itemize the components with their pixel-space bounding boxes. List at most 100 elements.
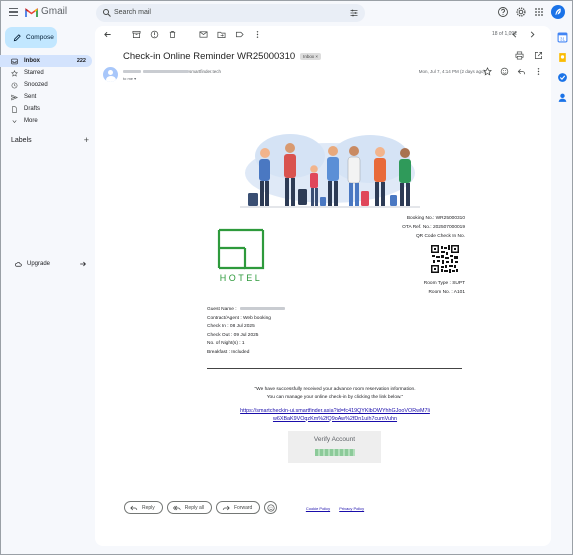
- sidebar-item-sent[interactable]: Sent: [0, 91, 92, 103]
- message-toolbar: [103, 30, 262, 39]
- room-type: Room Type : SUPT: [423, 281, 465, 286]
- keep-notes-icon[interactable]: [557, 52, 568, 63]
- cookie-policy-link[interactable]: Cookie Policy: [306, 506, 330, 511]
- checkin-link[interactable]: https://smartcheckin-ui.smartfinder.asia…: [205, 408, 465, 423]
- divider: [207, 368, 462, 369]
- draft-icon: [12, 105, 17, 113]
- redacted-verification-code: [315, 449, 355, 456]
- emoji-react-icon[interactable]: [500, 67, 509, 76]
- checkin-link-line-2[interactable]: w6XBaK9VOqzKm%2fQ9oAw%2fDn1uih7cumVuhn: [205, 416, 465, 424]
- cloud-storage-icon: [15, 261, 22, 267]
- contacts-icon[interactable]: [557, 92, 568, 103]
- guest-info: Guest Name : Contract/Agent : Web bookin…: [207, 306, 285, 357]
- reply-icon: [130, 505, 138, 510]
- delete-icon[interactable]: [168, 30, 177, 39]
- sidebar-item-label: Snoozed: [24, 82, 48, 88]
- star-icon: [11, 69, 18, 77]
- hamburger-menu-icon[interactable]: [9, 8, 18, 16]
- tasks-icon[interactable]: [557, 72, 568, 83]
- guest-name-label: Guest Name :: [207, 307, 237, 312]
- add-label-icon[interactable]: +: [84, 136, 89, 145]
- email-subject: Check-in Online Reminder WR25000310 Inbo…: [123, 51, 322, 62]
- verify-account-label: Verify Account: [313, 436, 356, 443]
- send-icon: [11, 94, 18, 100]
- more-vert-icon[interactable]: [253, 30, 262, 39]
- contract-agent: Contract/Agent : Web booking: [207, 315, 271, 321]
- more-vert-icon[interactable]: [534, 67, 543, 76]
- svg-text:31: 31: [560, 37, 565, 42]
- upgrade-link[interactable]: Upgrade: [15, 260, 87, 268]
- verify-account-box: Verify Account: [288, 431, 381, 463]
- privacy-policy-link[interactable]: Privacy Policy: [339, 506, 364, 511]
- back-arrow-icon[interactable]: [103, 30, 112, 39]
- forward-button[interactable]: Forward: [215, 501, 261, 514]
- search-bar[interactable]: Search mail: [96, 4, 365, 22]
- recipient-line[interactable]: to me ▾: [123, 76, 136, 81]
- hotel-logo-text: HOTEL: [220, 273, 263, 283]
- move-to-icon[interactable]: [217, 30, 226, 39]
- confirmation-message: "We have successfully received your adva…: [205, 386, 465, 401]
- ota-reference: OTA Ref. No.: 202507000019: [402, 225, 465, 230]
- reply-button[interactable]: Reply: [124, 501, 163, 514]
- settings-gear-icon[interactable]: [515, 6, 527, 18]
- subject-text: Check-in Online Reminder WR25000310: [123, 51, 296, 62]
- mark-unread-icon[interactable]: [199, 30, 208, 39]
- forward-label: Forward: [233, 504, 253, 511]
- smiley-icon: [267, 503, 275, 512]
- sidebar-item-label: Starred: [24, 70, 44, 76]
- sidebar-item-drafts[interactable]: Drafts: [0, 103, 92, 115]
- sender-avatar[interactable]: [103, 67, 118, 82]
- checkin-link-line-1[interactable]: https://smartcheckin-ui.smartfinder.asia…: [205, 408, 465, 416]
- help-icon[interactable]: [497, 6, 509, 18]
- label-icon[interactable]: [235, 30, 244, 39]
- sidebar-item-label: More: [24, 118, 38, 124]
- print-icon[interactable]: [515, 51, 524, 60]
- check-in-date: Check In : 08 Jul 2025: [207, 324, 255, 329]
- room-number: Room No. : A101: [428, 290, 465, 295]
- compose-button[interactable]: Compose: [5, 27, 57, 48]
- side-panel-rail: 31: [553, 0, 573, 555]
- search-icon[interactable]: [102, 8, 112, 18]
- gmail-m-icon: [25, 7, 38, 17]
- message-line-1: "We have successfully received your adva…: [254, 387, 416, 392]
- star-icon[interactable]: [483, 67, 492, 76]
- booking-info: Booking No.: WR25000310 OTA Ref. No.: 20…: [402, 214, 465, 241]
- room-info: Room Type : SUPT Room No. : A101: [424, 279, 465, 297]
- search-input[interactable]: Search mail: [114, 9, 151, 16]
- sidebar-item-inbox[interactable]: Inbox 222: [0, 55, 92, 67]
- check-out-date: Check Out : 09 Jul 2025: [207, 332, 259, 338]
- sender-domain: smartfinder.tech: [189, 69, 222, 74]
- chevron-right-icon[interactable]: [528, 30, 537, 39]
- redacted-guest-name: [239, 307, 285, 310]
- reply-icon[interactable]: [517, 67, 526, 76]
- gmail-logo[interactable]: Gmail: [25, 6, 67, 17]
- travelers-queue-illustration: [240, 134, 420, 208]
- filter-options-icon[interactable]: [349, 8, 359, 18]
- emoji-reaction-button[interactable]: [264, 501, 278, 514]
- labels-header: Labels +: [11, 136, 89, 145]
- sidebar-item-starred[interactable]: Starred: [0, 67, 92, 79]
- inbox-count: 222: [76, 58, 86, 64]
- open-new-window-icon[interactable]: [534, 51, 543, 60]
- calendar-icon[interactable]: 31: [557, 32, 568, 43]
- booking-number: Booking No.: WR25000310: [406, 216, 465, 221]
- qr-code: [431, 245, 459, 273]
- top-bar: Gmail Search mail: [0, 0, 573, 26]
- app-name: Gmail: [41, 6, 68, 17]
- reply-all-label: Reply all: [184, 504, 204, 511]
- reply-actions: Reply Reply all Forward: [124, 501, 278, 514]
- pencil-icon: [13, 34, 21, 42]
- sidebar-item-label: Inbox: [24, 58, 40, 64]
- pagination-nav: [510, 30, 537, 39]
- reply-all-button[interactable]: Reply all: [166, 501, 212, 514]
- chevron-left-icon[interactable]: [510, 30, 519, 39]
- sidebar-item-more[interactable]: More: [0, 115, 92, 127]
- nights-count: No. of Night(s) : 1: [207, 341, 245, 346]
- hotel-logo: HOTEL: [217, 228, 265, 283]
- report-spam-icon[interactable]: [150, 30, 159, 39]
- inbox-label-chip[interactable]: Inbox ×: [300, 53, 322, 60]
- sidebar-item-snoozed[interactable]: Snoozed: [0, 79, 92, 91]
- apps-grid-icon[interactable]: [533, 6, 545, 18]
- archive-icon[interactable]: [132, 30, 141, 39]
- compose-label: Compose: [26, 34, 54, 41]
